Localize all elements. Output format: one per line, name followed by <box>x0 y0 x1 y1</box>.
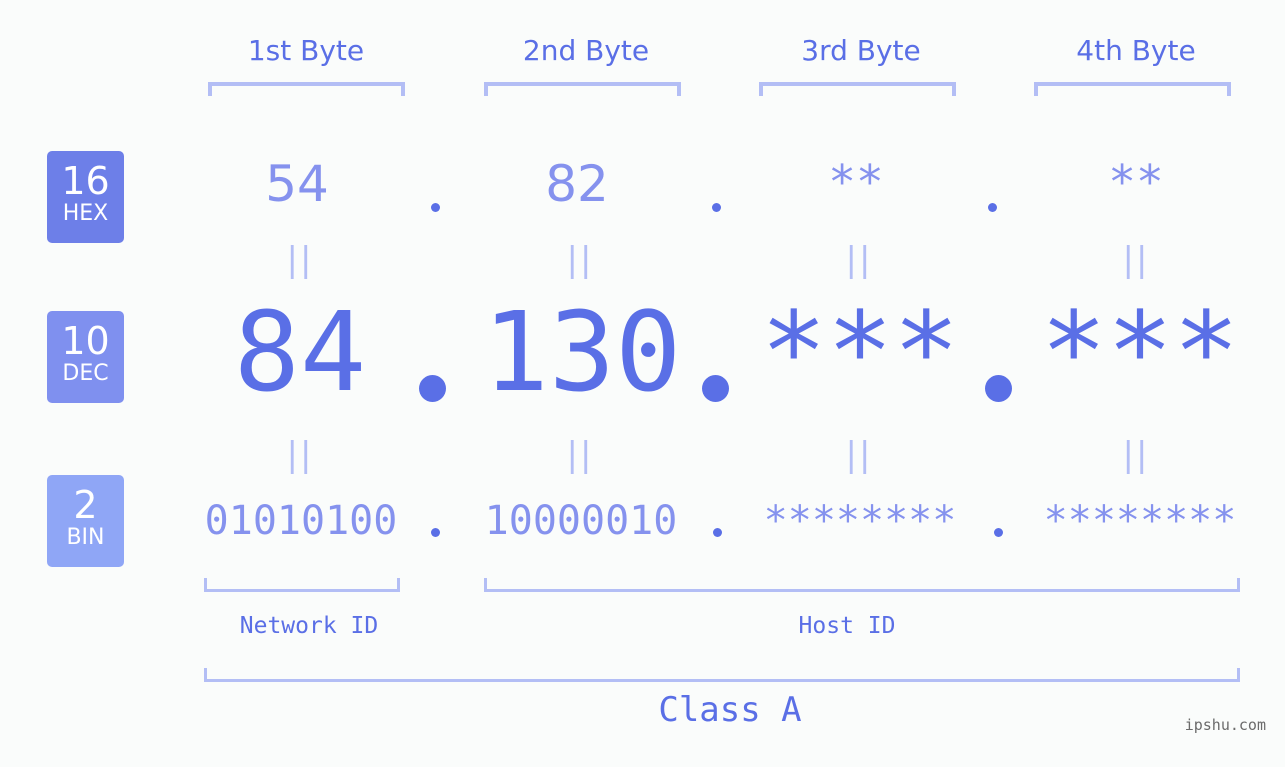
byte-header-2: 2nd Byte <box>522 34 650 67</box>
network-id-label: Network ID <box>239 613 379 639</box>
dec-byte-4: *** <box>1040 288 1240 416</box>
dec-byte-2: 130 <box>482 288 682 416</box>
byte-bracket-4 <box>1034 82 1231 96</box>
byte-bracket-1 <box>208 82 405 96</box>
bin-byte-4: ******** <box>1043 498 1237 544</box>
dec-dot-2 <box>702 375 729 402</box>
bin-dot-1 <box>431 528 440 537</box>
bin-base-label: BIN <box>66 525 105 550</box>
dec-base-label: DEC <box>62 361 109 386</box>
bin-dot-2 <box>713 528 722 537</box>
hex-byte-2: 82 <box>545 155 609 213</box>
byte-bracket-2 <box>484 82 681 96</box>
class-bracket <box>204 668 1240 682</box>
hex-dot-2 <box>712 203 721 212</box>
network-id-bracket <box>204 578 400 592</box>
equals-icon: || <box>286 240 314 280</box>
equals-icon: || <box>566 435 594 475</box>
byte-header-1: 1st Byte <box>247 34 365 67</box>
equals-icon: || <box>845 240 873 280</box>
equals-icon: || <box>1122 240 1150 280</box>
class-label: Class A <box>658 690 802 730</box>
equals-icon: || <box>845 435 873 475</box>
hex-byte-1: 54 <box>265 155 329 213</box>
dec-byte-3: *** <box>760 288 960 416</box>
host-id-bracket <box>484 578 1240 592</box>
bin-base-number: 2 <box>73 483 98 527</box>
hex-byte-3: ** <box>828 155 884 209</box>
hex-base-number: 16 <box>61 159 110 203</box>
bin-dot-3 <box>994 528 1003 537</box>
hex-byte-4: ** <box>1108 155 1164 209</box>
bin-byte-1: 01010100 <box>204 498 398 544</box>
bin-byte-3: ******** <box>763 498 957 544</box>
watermark: ipshu.com <box>1184 716 1266 734</box>
hex-base-label: HEX <box>62 201 109 226</box>
dec-base-number: 10 <box>61 319 110 363</box>
byte-header-3: 3rd Byte <box>801 34 921 67</box>
equals-icon: || <box>1122 435 1150 475</box>
byte-bracket-3 <box>759 82 956 96</box>
hex-dot-3 <box>988 203 997 212</box>
dec-dot-3 <box>985 375 1012 402</box>
bin-byte-2: 10000010 <box>484 498 678 544</box>
equals-icon: || <box>566 240 594 280</box>
hex-dot-1 <box>431 203 440 212</box>
byte-header-4: 4th Byte <box>1076 34 1196 67</box>
hex-badge: 16 HEX <box>47 151 124 243</box>
bin-badge: 2 BIN <box>47 475 124 567</box>
dec-dot-1 <box>419 375 446 402</box>
host-id-label: Host ID <box>798 613 896 639</box>
dec-badge: 10 DEC <box>47 311 124 403</box>
dec-byte-1: 84 <box>233 288 367 416</box>
equals-icon: || <box>286 435 314 475</box>
